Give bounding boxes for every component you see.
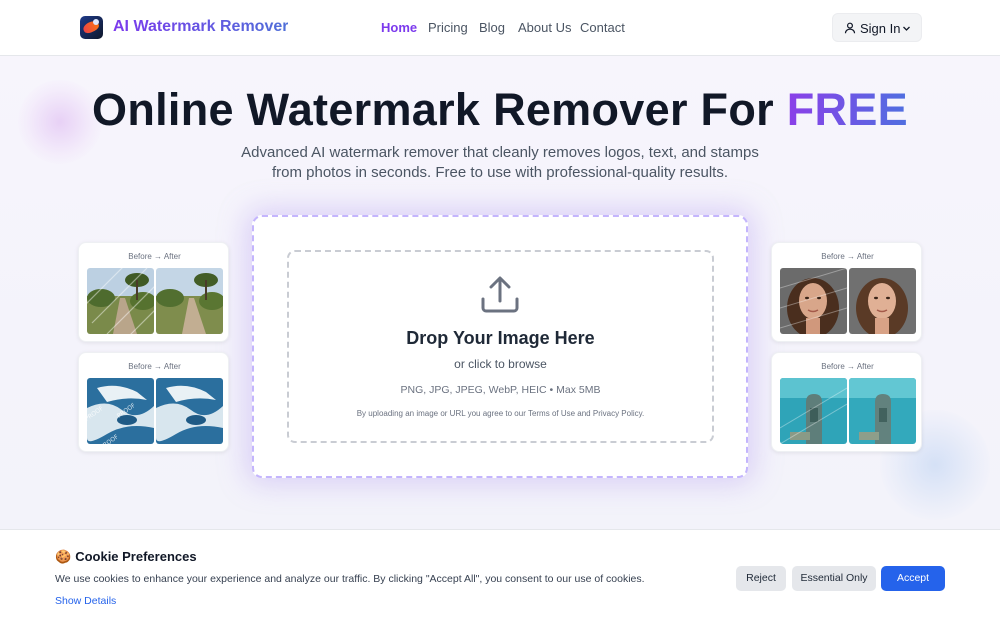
chevron-down-icon: [903, 26, 910, 31]
cookie-description: We use cookies to enhance your experienc…: [55, 573, 645, 585]
sign-in-label: Sign In: [860, 21, 901, 36]
supported-formats: PNG, JPG, JPEG, WebP, HEIC • Max 5MB: [400, 384, 601, 396]
after-image: [156, 378, 223, 444]
site-header: AI Watermark Remover Home Pricing Blog A…: [0, 0, 1000, 56]
cookie-title: 🍪 Cookie Preferences: [55, 549, 197, 565]
before-image: [780, 378, 847, 444]
user-icon: [844, 22, 856, 34]
nav-blog[interactable]: Blog: [479, 20, 505, 35]
after-image: [849, 268, 916, 334]
example-card-underwater: Before → After: [771, 352, 922, 452]
example-card-aerial: Before → After PROOF PROOF PROOF: [78, 352, 229, 452]
nav-pricing[interactable]: Pricing: [428, 20, 468, 35]
after-image: [156, 268, 223, 334]
before-image: PROOF PROOF PROOF: [87, 378, 154, 444]
app-name[interactable]: AI Watermark Remover: [113, 18, 288, 36]
page-title: Online Watermark Remover For FREE: [0, 84, 1000, 136]
after-image: [849, 378, 916, 444]
example-caption: Before → After: [128, 362, 181, 371]
cookie-banner: 🍪 Cookie Preferences We use cookies to en…: [0, 529, 1000, 625]
upload-icon[interactable]: [480, 275, 520, 315]
browse-text[interactable]: or click to browse: [287, 357, 714, 371]
example-card-portrait: Before → After: [771, 242, 922, 342]
title-main: Online Watermark Remover For: [92, 84, 787, 135]
nav-home[interactable]: Home: [381, 20, 417, 35]
accept-button[interactable]: Accept: [881, 566, 945, 591]
cookie-icon: 🍪: [55, 549, 72, 564]
logo-icon[interactable]: [80, 16, 103, 39]
reject-button[interactable]: Reject: [736, 566, 786, 591]
upload-title: Drop Your Image Here: [406, 328, 595, 348]
title-highlight: FREE: [786, 84, 908, 135]
cookie-title-text: Cookie Preferences: [75, 549, 197, 564]
example-card-road: Before → After: [78, 242, 229, 342]
sign-in-button[interactable]: Sign In: [832, 13, 922, 42]
before-image: [87, 268, 154, 334]
show-details-link[interactable]: Show Details: [55, 595, 116, 607]
nav-contact[interactable]: Contact: [580, 20, 625, 35]
example-caption: Before → After: [821, 252, 874, 261]
nav-about-us[interactable]: About Us: [518, 20, 571, 35]
example-caption: Before → After: [128, 252, 181, 261]
terms-notice: By uploading an image or URL you agree t…: [356, 409, 645, 418]
example-caption: Before → After: [821, 362, 874, 371]
before-image: [780, 268, 847, 334]
essential-only-button[interactable]: Essential Only: [792, 566, 876, 591]
page-subtitle: Advanced AI watermark remover that clean…: [241, 144, 759, 181]
